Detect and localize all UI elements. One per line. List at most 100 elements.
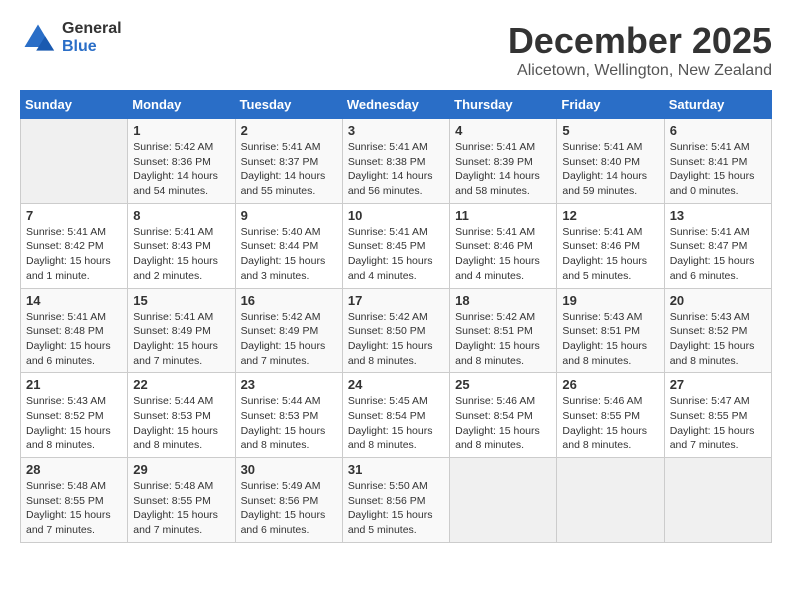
day-cell: 20 Sunrise: 5:43 AM Sunset: 8:52 PM Dayli…: [664, 288, 771, 373]
day-info: Sunrise: 5:41 AM Sunset: 8:47 PM Dayligh…: [670, 225, 766, 284]
calendar-title: December 2025: [508, 20, 772, 62]
day-number: 3: [348, 123, 444, 138]
day-number: 26: [562, 377, 658, 392]
day-cell: 29 Sunrise: 5:48 AM Sunset: 8:55 PM Dayli…: [128, 458, 235, 543]
day-number: 21: [26, 377, 122, 392]
day-number: 17: [348, 293, 444, 308]
day-number: 4: [455, 123, 551, 138]
day-cell: [664, 458, 771, 543]
day-cell: 28 Sunrise: 5:48 AM Sunset: 8:55 PM Dayli…: [21, 458, 128, 543]
day-info: Sunrise: 5:41 AM Sunset: 8:49 PM Dayligh…: [133, 310, 229, 369]
header: General Blue December 2025 Alicetown, We…: [20, 20, 772, 80]
day-number: 2: [241, 123, 337, 138]
day-cell: 31 Sunrise: 5:50 AM Sunset: 8:56 PM Dayli…: [342, 458, 449, 543]
day-number: 16: [241, 293, 337, 308]
day-info: Sunrise: 5:46 AM Sunset: 8:54 PM Dayligh…: [455, 394, 551, 453]
day-info: Sunrise: 5:41 AM Sunset: 8:46 PM Dayligh…: [455, 225, 551, 284]
day-cell: 19Sunrise: 5:43 AM Sunset: 8:51 PM Dayli…: [557, 288, 664, 373]
day-info: Sunrise: 5:41 AM Sunset: 8:48 PM Dayligh…: [26, 310, 122, 369]
day-info: Sunrise: 5:41 AM Sunset: 8:39 PM Dayligh…: [455, 140, 551, 199]
day-cell: 9 Sunrise: 5:40 AM Sunset: 8:44 PM Daylig…: [235, 203, 342, 288]
day-info: Sunrise: 5:41 AM Sunset: 8:40 PM Dayligh…: [562, 140, 658, 199]
day-cell: 16 Sunrise: 5:42 AM Sunset: 8:49 PM Dayli…: [235, 288, 342, 373]
week-row-2: 7 Sunrise: 5:41 AM Sunset: 8:42 PM Daylig…: [21, 203, 772, 288]
day-number: 19: [562, 293, 658, 308]
day-cell: [557, 458, 664, 543]
day-info: Sunrise: 5:43 AM Sunset: 8:52 PM Dayligh…: [670, 310, 766, 369]
header-cell-saturday: Saturday: [664, 91, 771, 119]
header-cell-tuesday: Tuesday: [235, 91, 342, 119]
day-cell: 26 Sunrise: 5:46 AM Sunset: 8:55 PM Dayli…: [557, 373, 664, 458]
day-cell: [450, 458, 557, 543]
day-number: 5: [562, 123, 658, 138]
header-cell-wednesday: Wednesday: [342, 91, 449, 119]
day-cell: 24 Sunrise: 5:45 AM Sunset: 8:54 PM Dayli…: [342, 373, 449, 458]
day-info: Sunrise: 5:46 AM Sunset: 8:55 PM Dayligh…: [562, 394, 658, 453]
header-cell-thursday: Thursday: [450, 91, 557, 119]
day-number: 12: [562, 208, 658, 223]
day-number: 22: [133, 377, 229, 392]
day-info: Sunrise: 5:42 AM Sunset: 8:51 PM Dayligh…: [455, 310, 551, 369]
day-cell: 18 Sunrise: 5:42 AM Sunset: 8:51 PM Dayli…: [450, 288, 557, 373]
title-area: December 2025 Alicetown, Wellington, New…: [508, 20, 772, 80]
day-number: 20: [670, 293, 766, 308]
day-cell: 27 Sunrise: 5:47 AM Sunset: 8:55 PM Dayli…: [664, 373, 771, 458]
day-info: Sunrise: 5:41 AM Sunset: 8:45 PM Dayligh…: [348, 225, 444, 284]
day-number: 7: [26, 208, 122, 223]
header-row: SundayMondayTuesdayWednesdayThursdayFrid…: [21, 91, 772, 119]
day-cell: 15 Sunrise: 5:41 AM Sunset: 8:49 PM Dayli…: [128, 288, 235, 373]
day-info: Sunrise: 5:41 AM Sunset: 8:38 PM Dayligh…: [348, 140, 444, 199]
day-info: Sunrise: 5:42 AM Sunset: 8:49 PM Dayligh…: [241, 310, 337, 369]
calendar-table: SundayMondayTuesdayWednesdayThursdayFrid…: [20, 90, 772, 543]
day-number: 30: [241, 462, 337, 477]
day-info: Sunrise: 5:41 AM Sunset: 8:42 PM Dayligh…: [26, 225, 122, 284]
day-number: 15: [133, 293, 229, 308]
day-cell: 11 Sunrise: 5:41 AM Sunset: 8:46 PM Dayli…: [450, 203, 557, 288]
day-cell: 3 Sunrise: 5:41 AM Sunset: 8:38 PM Daylig…: [342, 119, 449, 204]
calendar-subtitle: Alicetown, Wellington, New Zealand: [508, 62, 772, 80]
day-cell: 14 Sunrise: 5:41 AM Sunset: 8:48 PM Dayli…: [21, 288, 128, 373]
day-number: 9: [241, 208, 337, 223]
day-info: Sunrise: 5:50 AM Sunset: 8:56 PM Dayligh…: [348, 479, 444, 538]
header-cell-monday: Monday: [128, 91, 235, 119]
day-cell: 5 Sunrise: 5:41 AM Sunset: 8:40 PM Daylig…: [557, 119, 664, 204]
day-number: 24: [348, 377, 444, 392]
day-info: Sunrise: 5:44 AM Sunset: 8:53 PM Dayligh…: [133, 394, 229, 453]
day-number: 11: [455, 208, 551, 223]
day-number: 18: [455, 293, 551, 308]
week-row-3: 14 Sunrise: 5:41 AM Sunset: 8:48 PM Dayli…: [21, 288, 772, 373]
day-cell: 6Sunrise: 5:41 AM Sunset: 8:41 PM Daylig…: [664, 119, 771, 204]
logo: General Blue: [20, 20, 122, 56]
day-number: 31: [348, 462, 444, 477]
day-cell: 8 Sunrise: 5:41 AM Sunset: 8:43 PM Daylig…: [128, 203, 235, 288]
day-info: Sunrise: 5:48 AM Sunset: 8:55 PM Dayligh…: [133, 479, 229, 538]
day-number: 1: [133, 123, 229, 138]
day-number: 27: [670, 377, 766, 392]
day-info: Sunrise: 5:42 AM Sunset: 8:36 PM Dayligh…: [133, 140, 229, 199]
day-info: Sunrise: 5:48 AM Sunset: 8:55 PM Dayligh…: [26, 479, 122, 538]
day-number: 23: [241, 377, 337, 392]
day-cell: 2Sunrise: 5:41 AM Sunset: 8:37 PM Daylig…: [235, 119, 342, 204]
day-number: 29: [133, 462, 229, 477]
day-info: Sunrise: 5:41 AM Sunset: 8:41 PM Dayligh…: [670, 140, 766, 199]
day-cell: 25Sunrise: 5:46 AM Sunset: 8:54 PM Dayli…: [450, 373, 557, 458]
day-cell: 17Sunrise: 5:42 AM Sunset: 8:50 PM Dayli…: [342, 288, 449, 373]
week-row-5: 28 Sunrise: 5:48 AM Sunset: 8:55 PM Dayli…: [21, 458, 772, 543]
day-cell: 21 Sunrise: 5:43 AM Sunset: 8:52 PM Dayli…: [21, 373, 128, 458]
day-info: Sunrise: 5:40 AM Sunset: 8:44 PM Dayligh…: [241, 225, 337, 284]
day-info: Sunrise: 5:43 AM Sunset: 8:52 PM Dayligh…: [26, 394, 122, 453]
header-cell-sunday: Sunday: [21, 91, 128, 119]
week-row-4: 21 Sunrise: 5:43 AM Sunset: 8:52 PM Dayli…: [21, 373, 772, 458]
day-number: 8: [133, 208, 229, 223]
day-cell: 4 Sunrise: 5:41 AM Sunset: 8:39 PM Daylig…: [450, 119, 557, 204]
day-cell: 22 Sunrise: 5:44 AM Sunset: 8:53 PM Dayli…: [128, 373, 235, 458]
day-info: Sunrise: 5:41 AM Sunset: 8:43 PM Dayligh…: [133, 225, 229, 284]
day-info: Sunrise: 5:45 AM Sunset: 8:54 PM Dayligh…: [348, 394, 444, 453]
day-info: Sunrise: 5:44 AM Sunset: 8:53 PM Dayligh…: [241, 394, 337, 453]
header-cell-friday: Friday: [557, 91, 664, 119]
logo-icon: [20, 20, 56, 56]
day-number: 14: [26, 293, 122, 308]
day-cell: 12Sunrise: 5:41 AM Sunset: 8:46 PM Dayli…: [557, 203, 664, 288]
day-number: 28: [26, 462, 122, 477]
day-info: Sunrise: 5:47 AM Sunset: 8:55 PM Dayligh…: [670, 394, 766, 453]
